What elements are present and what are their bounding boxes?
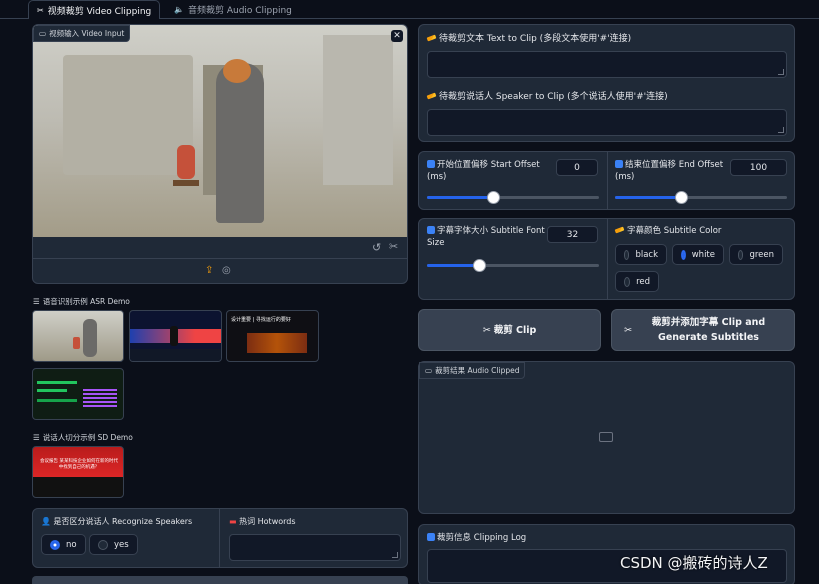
clipped-output-panel: ▭ 裁剪结果 Audio Clipped [418, 361, 795, 514]
sd-demo-thumb-1[interactable]: 会议报告 某某科技企业如何在新的时代中找到自己的机遇？ [32, 446, 124, 498]
upload-icon[interactable]: ⇪ [205, 265, 213, 276]
list-icon: ☰ [33, 297, 40, 306]
webcam-icon[interactable]: ◎ [222, 265, 231, 276]
start-offset-label: 开始位置偏移 Start Offset (ms) [427, 160, 540, 182]
number-icon [427, 226, 435, 234]
end-offset-slider[interactable] [615, 191, 787, 204]
slider-fill [615, 196, 683, 199]
watermark: CSDN @搬砖的诗人Z [620, 554, 768, 572]
asr-demo-thumb-1[interactable] [32, 310, 124, 362]
video-input-label: ▭ 视频输入 Video Input [33, 25, 131, 42]
start-offset-input[interactable]: 0 [556, 159, 598, 176]
speaker-to-clip-label: 待裁剪说话人 Speaker to Clip (多个说话人使用'#'连接) [426, 91, 668, 103]
asr-demo-thumb-2[interactable] [129, 310, 222, 362]
video-camera-icon: ▭ [425, 366, 433, 375]
close-icon[interactable]: ✕ [391, 30, 403, 42]
subtitle-style-panel: 字幕字体大小 Subtitle Font Size 32 字幕颜色 Subtit… [418, 218, 795, 300]
radio-dot [50, 539, 60, 550]
slider-fill [427, 264, 477, 267]
pencil-icon [426, 34, 437, 42]
radio-dot [98, 539, 108, 550]
asr-demo-title: ☰ 语音识别示例 ASR Demo [33, 297, 130, 306]
video-input-panel: ▭ 视频输入 Video Input ✕ ↺ ✂ ⇪ ◎ [32, 24, 408, 284]
radio-dot [681, 249, 686, 260]
end-offset-input[interactable]: 100 [730, 159, 787, 176]
start-offset-slider[interactable] [427, 191, 599, 204]
resize-handle[interactable] [778, 69, 784, 75]
flag-icon: ▬ [229, 517, 237, 526]
list-icon: ☰ [33, 433, 40, 442]
recognize-speakers-label: 👤 是否区分说话人 Recognize Speakers [41, 517, 193, 526]
slider-fill [427, 196, 495, 199]
paint-icon [614, 226, 625, 234]
speaker-options-panel: 👤 是否区分说话人 Recognize Speakers no yes ▬ 热词… [32, 508, 408, 568]
slider-thumb[interactable] [675, 191, 688, 204]
info-icon [427, 533, 435, 541]
radio-dot [738, 249, 744, 260]
hotwords-input[interactable] [229, 534, 401, 561]
film-icon: ✂ [37, 5, 44, 15]
number-icon [615, 160, 623, 168]
color-option-green[interactable]: green [729, 244, 783, 265]
clipped-output-label: ▭ 裁剪结果 Audio Clipped [419, 362, 526, 379]
text-to-clip-label: 待裁剪文本 Text to Clip (多段文本使用'#'连接) [426, 33, 631, 45]
text-to-clip-input[interactable] [427, 51, 787, 78]
color-option-white[interactable]: white [672, 244, 724, 265]
video-frame[interactable] [33, 25, 407, 237]
radio-dot [624, 276, 631, 287]
divider [33, 258, 407, 259]
resize-handle[interactable] [392, 552, 398, 558]
recognize-speakers-no[interactable]: no [41, 534, 86, 555]
pencil-icon [426, 92, 437, 100]
speaker-to-clip-input[interactable] [427, 109, 787, 136]
panel-divider [607, 219, 608, 299]
scissors-icon: ✂ [624, 324, 632, 336]
font-size-input[interactable]: 32 [547, 226, 598, 243]
color-option-red[interactable]: red [615, 271, 659, 292]
undo-icon[interactable]: ↺ [372, 241, 381, 254]
clip-text-panel: 待裁剪文本 Text to Clip (多段文本使用'#'连接) 待裁剪说话人 … [418, 24, 795, 142]
panel-divider [607, 152, 608, 209]
video-placeholder-icon [599, 432, 613, 442]
sd-demo-title: ☰ 说话人切分示例 SD Demo [33, 433, 133, 442]
hotwords-label: ▬ 热词 Hotwords [229, 517, 296, 526]
offset-panel: 开始位置偏移 Start Offset (ms) 0 结束位置偏移 End Of… [418, 151, 795, 210]
number-icon [427, 160, 435, 168]
font-size-label: 字幕字体大小 Subtitle Font Size [427, 226, 545, 248]
radio-dot [624, 249, 630, 260]
speaker-icon: 🔈 [174, 5, 184, 14]
asr-demo-thumb-3[interactable]: 设计重要 | 寻找运行的要好 [226, 310, 319, 362]
clip-button[interactable]: ✂ 裁剪 Clip [418, 309, 601, 351]
tab-video-clipping[interactable]: ✂ 视频裁剪 Video Clipping [28, 0, 160, 19]
scissors-icon: ✂ [482, 324, 491, 336]
video-camera-icon: ▭ [39, 29, 47, 38]
subtitle-color-label: 字幕颜色 Subtitle Color [614, 225, 721, 237]
clipping-log-label: 裁剪信息 Clipping Log [427, 532, 526, 544]
scissors-icon[interactable]: ✂ [389, 240, 398, 253]
clip-and-generate-subtitles-button[interactable]: ✂ 裁剪并添加字幕 Clip and Generate Subtitles [611, 309, 795, 351]
asr-demo-thumb-4[interactable] [32, 368, 124, 420]
font-size-slider[interactable] [427, 259, 599, 272]
end-offset-label: 结束位置偏移 End Offset (ms) [615, 160, 724, 182]
bottom-panel-edge [32, 576, 408, 584]
slider-thumb[interactable] [487, 191, 500, 204]
recognize-speakers-yes[interactable]: yes [89, 534, 138, 555]
tab-audio-clipping[interactable]: 🔈 音频裁剪 Audio Clipping [168, 0, 298, 19]
slider-thumb[interactable] [473, 259, 486, 272]
panel-divider [219, 509, 220, 567]
resize-handle[interactable] [778, 127, 784, 133]
person-icon: 👤 [41, 517, 51, 526]
color-option-black[interactable]: black [615, 244, 667, 265]
